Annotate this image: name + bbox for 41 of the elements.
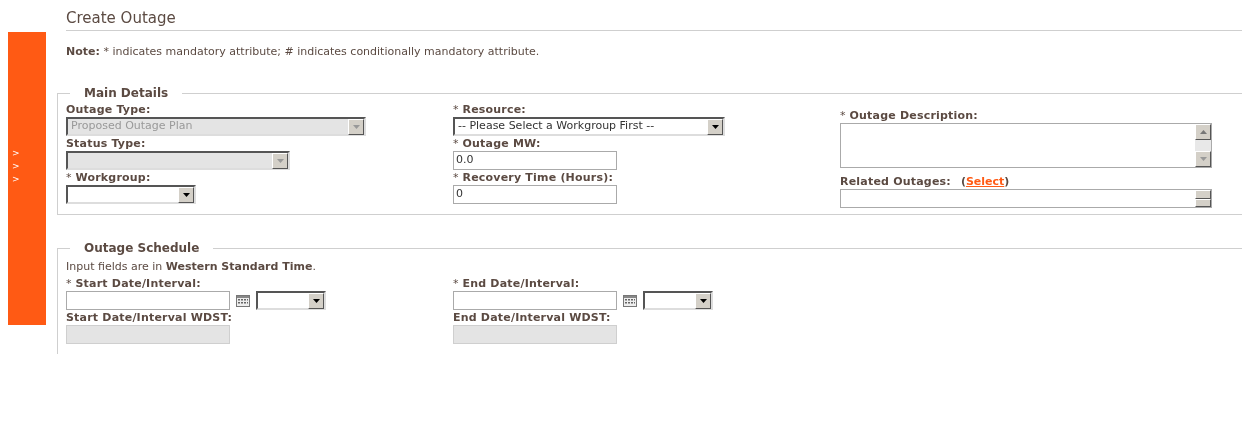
date-input-field[interactable]: [453, 291, 617, 310]
field-label: Recovery Time (Hours):: [462, 170, 613, 184]
field-label: Outage Type:: [66, 102, 151, 116]
chevron-icon: >: [12, 148, 20, 158]
dropdown[interactable]: [66, 185, 196, 204]
field-label: Workgroup:: [75, 170, 151, 184]
interval-dropdown[interactable]: [643, 291, 713, 310]
calendar-icon[interactable]: [236, 294, 250, 307]
field-label: End Date/Interval:: [462, 276, 580, 290]
field-label: Outage MW:: [462, 136, 541, 150]
field-label: Start Date/Interval:: [75, 276, 201, 290]
field-label: Outage Description:: [849, 108, 978, 122]
field-label: End Date/Interval WDST:: [453, 310, 611, 324]
field-label: Status Type:: [66, 136, 146, 150]
calendar-icon[interactable]: [623, 294, 637, 307]
date-input-field[interactable]: [66, 291, 230, 310]
field-label: Resource:: [462, 102, 526, 116]
field-label: Related Outages:: [840, 174, 951, 188]
required-mark: *: [453, 136, 459, 150]
section-legend: Outage Schedule: [70, 239, 214, 257]
scroll-down-icon[interactable]: [1195, 151, 1211, 167]
required-mark: *: [453, 276, 459, 290]
chevron-icon: >: [12, 174, 20, 184]
input-field[interactable]: 0: [453, 185, 617, 204]
scroll-up-icon[interactable]: [1195, 124, 1211, 140]
required-mark: *: [66, 170, 72, 184]
select-link[interactable]: (Select): [960, 174, 1010, 188]
spin-buttons-icon[interactable]: [1195, 190, 1211, 207]
timezone-note: Input fields are in Western Standard Time.: [66, 260, 316, 274]
interval-dropdown[interactable]: [256, 291, 326, 310]
dropdown[interactable]: -- Please Select a Workgroup First --: [453, 117, 725, 136]
note-text: Note:* indicates mandatory attribute; # indicates conditionally mandatory attribute.: [66, 44, 540, 59]
page-title: Create Outage: [66, 8, 176, 28]
field-label: Start Date/Interval WDST:: [66, 310, 233, 324]
required-mark: *: [840, 108, 846, 122]
required-mark: *: [453, 102, 459, 116]
chevron-icon: >: [12, 161, 20, 171]
required-mark: *: [453, 170, 459, 184]
required-mark: *: [66, 276, 72, 290]
input-field[interactable]: 0.0: [453, 151, 617, 170]
section-legend: Main Details: [70, 84, 183, 102]
